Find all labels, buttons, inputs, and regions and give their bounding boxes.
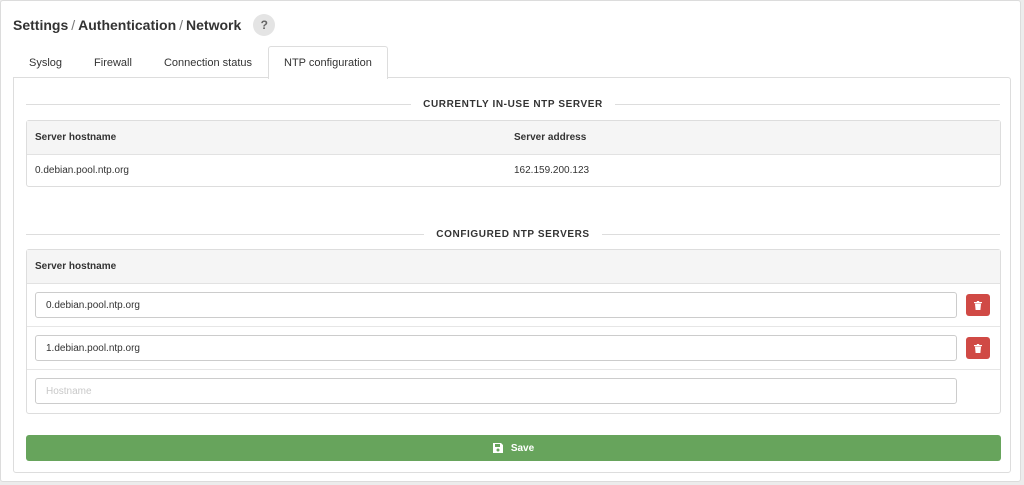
configured-servers-table: Server hostname [26,249,1001,414]
trash-icon [974,343,982,353]
trash-icon [974,300,982,310]
configured-title-text: CONFIGURED NTP SERVERS [436,228,590,240]
help-icon[interactable]: ? [253,14,276,36]
list-item [27,327,1000,370]
ntp-configuration-panel: CURRENTLY IN-USE NTP SERVER Server hostn… [13,77,1011,473]
column-server-address: Server address [514,132,587,143]
delete-server-button[interactable] [966,337,990,359]
in-use-section-title: CURRENTLY IN-USE NTP SERVER [26,97,1001,111]
configured-section-title: CONFIGURED NTP SERVERS [26,227,1001,241]
in-use-address: 162.159.200.123 [514,165,590,176]
delete-server-button[interactable] [966,294,990,316]
server-hostname-input[interactable] [35,292,957,318]
divider [26,233,425,235]
save-button[interactable]: Save [26,435,1001,461]
breadcrumb-network: Network [186,17,242,33]
divider [614,103,1001,105]
tab-connection-status[interactable]: Connection status [148,46,268,78]
divider [26,103,412,105]
page-header: Settings / Authentication / Network ? [13,14,276,36]
list-item [27,284,1000,327]
server-hostname-input[interactable] [35,335,957,361]
in-use-title-text: CURRENTLY IN-USE NTP SERVER [423,98,603,110]
tab-firewall[interactable]: Firewall [78,46,148,78]
configured-table-header: Server hostname [27,250,1000,284]
floppy-disk-icon [492,443,503,453]
table-row: 0.debian.pool.ntp.org 162.159.200.123 [27,155,1000,186]
breadcrumb-settings[interactable]: Settings [13,17,68,33]
new-hostname-input[interactable] [35,378,957,404]
column-server-hostname: Server hostname [35,132,117,143]
new-server-row [27,370,1000,413]
in-use-table-header: Server hostname Server address [27,121,1000,155]
tab-ntp-configuration[interactable]: NTP configuration [268,46,388,79]
divider [601,233,1001,235]
breadcrumb-authentication[interactable]: Authentication [78,17,176,33]
breadcrumb-separator: / [71,17,76,33]
in-use-hostname: 0.debian.pool.ntp.org [35,165,129,176]
in-use-table: Server hostname Server address 0.debian.… [26,120,1001,187]
save-label: Save [510,442,535,454]
column-server-hostname: Server hostname [35,261,117,272]
breadcrumb-separator: / [179,17,184,33]
tab-syslog[interactable]: Syslog [13,46,78,78]
settings-page: Settings / Authentication / Network ? Sy… [0,0,1021,482]
tab-bar: Syslog Firewall Connection status NTP co… [13,46,388,79]
